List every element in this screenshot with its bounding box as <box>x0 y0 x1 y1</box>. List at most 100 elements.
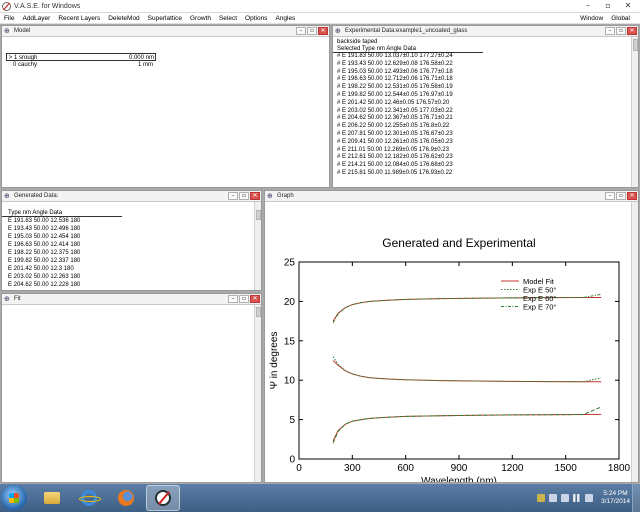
minimize-button[interactable]: – <box>605 192 615 200</box>
graph-window-titlebar[interactable]: ⊕ Graph – ▫ ✕ <box>265 191 638 202</box>
scrollbar-thumb[interactable] <box>633 39 638 51</box>
taskbar-ie[interactable] <box>72 485 106 511</box>
menu-file[interactable]: File <box>0 15 18 22</box>
exp-window-title: Experimental Data:example1_uncoated_glas… <box>345 28 468 34</box>
minimize-button[interactable]: – <box>296 27 306 35</box>
fit-window-title: Fit <box>14 296 21 302</box>
exp-data-row[interactable]: # E 198.22 50.00 12.531±0.05 176.58±0.19 <box>333 84 638 92</box>
exp-data-row[interactable]: # E 195.03 50.00 12.493±0.06 176.77±0.18 <box>333 69 638 77</box>
menu-addlayer[interactable]: AddLayer <box>18 15 54 22</box>
exp-data-row[interactable]: # E 196.63 50.00 12.712±0.06 176.71±0.18 <box>333 76 638 84</box>
exp-window-titlebar[interactable]: ⊕ Experimental Data:example1_uncoated_gl… <box>333 26 638 37</box>
flag-icon[interactable] <box>537 494 546 502</box>
y-axis-label: Ψ in degrees <box>269 332 280 390</box>
minimize-button[interactable]: – <box>578 1 598 12</box>
exp-data-row[interactable]: # E 212.61 50.00 12.182±0.05 176.62±0.23 <box>333 154 638 162</box>
close-button[interactable]: ✕ <box>250 192 260 200</box>
gen-data-row[interactable]: E 204.62 50.00 12.228 180 <box>2 281 261 289</box>
minimize-button[interactable]: – <box>228 192 238 200</box>
exp-data-row[interactable]: # E 201.42 50.00 12.46±0.05 176.57±0.20 <box>333 100 638 108</box>
exp-data-row[interactable]: # E 214.21 50.00 12.084±0.05 176.68±0.23 <box>333 162 638 170</box>
taskbar-vase[interactable] <box>146 485 180 511</box>
close-button[interactable]: ✕ <box>250 295 260 303</box>
menu-options[interactable]: Options <box>241 15 271 22</box>
exp-data-row[interactable]: # E 206.22 50.00 12.255±0.05 176.8±0.22 <box>333 123 638 131</box>
exp-data-row[interactable]: # E 211.01 50.00 12.269±0.05 176.9±0.23 <box>333 147 638 155</box>
network-icon[interactable] <box>573 494 582 502</box>
graph-area: Generated and Experimental 0 300 600 900 1200… <box>265 202 631 482</box>
close-button[interactable]: ✕ <box>627 192 637 200</box>
menu-growth[interactable]: Growth <box>186 15 215 22</box>
menu-window[interactable]: Window <box>576 15 607 22</box>
gen-window-titlebar[interactable]: ⊕ Generated Data: – ▫ ✕ <box>2 191 261 202</box>
exp-data-row[interactable]: # E 204.62 50.00 12.367±0.05 176.71±0.21 <box>333 115 638 123</box>
exp-data-row[interactable]: # E 193.43 50.00 12.629±0.08 176.58±0.22 <box>333 61 638 69</box>
minimize-button[interactable]: – <box>228 295 238 303</box>
graph-scrollbar[interactable] <box>631 202 638 482</box>
selected-marker <box>6 61 13 69</box>
exp-subtitle: backside taped <box>337 39 378 45</box>
app-titlebar: V.A.S.E. for Windows – ▫ ✕ <box>0 0 640 13</box>
exp-data-row[interactable]: # E 203.02 50.00 12.341±0.05 177.03±0.22 <box>333 108 638 116</box>
gen-scrollbar[interactable] <box>254 202 261 290</box>
taskbar-firefox[interactable] <box>109 485 143 511</box>
series-line-exp-e-50- <box>332 356 602 383</box>
fit-scrollbar[interactable] <box>254 305 261 482</box>
volume-icon[interactable] <box>585 494 594 502</box>
maximize-button[interactable]: ▫ <box>616 27 626 35</box>
scrollbar-thumb[interactable] <box>256 307 261 317</box>
model-layer-row[interactable]: 0 cauchy 1 mm <box>6 61 156 69</box>
menu-deletemod[interactable]: DeleteMod <box>104 15 143 22</box>
window-icon: ⊕ <box>267 191 273 200</box>
menu-recent-layers[interactable]: Recent Layers <box>54 15 104 22</box>
psi-chart[interactable]: Generated and Experimental 0 300 600 900 1200… <box>265 202 633 483</box>
fit-window-titlebar[interactable]: ⊕ Fit – ▫ ✕ <box>2 294 261 305</box>
gen-data-row[interactable]: E 199.82 50.00 12.337 180 <box>2 257 261 265</box>
show-desktop-button[interactable] <box>632 484 640 512</box>
close-button[interactable]: ✕ <box>318 27 328 35</box>
minimize-button[interactable]: – <box>605 27 615 35</box>
menu-global[interactable]: Global <box>607 15 634 22</box>
graph-window-title: Graph <box>277 193 294 199</box>
maximize-button[interactable]: ▫ <box>239 192 249 200</box>
model-layer-row[interactable]: > 1 srough 0.000 nm <box>6 53 156 61</box>
scrollbar-thumb[interactable] <box>256 210 261 220</box>
clock[interactable]: 5:24 PM 3/17/2014 <box>601 490 630 506</box>
menu-angles[interactable]: Angles <box>271 15 299 22</box>
series-line-exp-e-60- <box>332 406 602 444</box>
firefox-icon <box>118 490 134 506</box>
maximize-button[interactable]: ▫ <box>598 1 618 12</box>
maximize-button[interactable]: ▫ <box>307 27 317 35</box>
exp-data-row[interactable]: # E 191.83 50.00 13.037±0.10 177.27±0.24 <box>333 53 638 61</box>
layer-value: 1 mm <box>138 62 153 68</box>
legend-entry: Exp E 70° <box>523 303 556 312</box>
graph-window: ⊕ Graph – ▫ ✕ Generated and Experimental… <box>264 190 639 483</box>
gen-data-row[interactable]: E 201.42 50.00 12.3 180 <box>2 265 261 273</box>
exp-scrollbar[interactable] <box>631 37 638 187</box>
close-button[interactable]: ✕ <box>627 27 637 35</box>
exp-data-row[interactable]: # E 209.41 50.00 12.261±0.05 176.05±0.23 <box>333 139 638 147</box>
exp-data-row[interactable]: # E 199.82 50.00 12.544±0.05 176.97±0.19 <box>333 92 638 100</box>
tray-app-icon[interactable] <box>549 494 558 502</box>
y-tick-label: 0 <box>289 455 295 466</box>
maximize-button[interactable]: ▫ <box>239 295 249 303</box>
gen-data-row[interactable]: E 196.63 50.00 12.414 180 <box>2 241 261 249</box>
close-button[interactable]: ✕ <box>618 1 638 12</box>
maximize-button[interactable]: ▫ <box>616 192 626 200</box>
gen-data-row[interactable]: E 191.83 50.00 12.536 180 <box>2 217 261 225</box>
model-window: ⊕ Model – ▫ ✕ > 1 srough 0.000 nm 0 cauc… <box>1 25 330 188</box>
exp-data-row[interactable]: # E 207.81 50.00 12.301±0.05 176.67±0.23 <box>333 131 638 139</box>
x-tick-label: 1500 <box>555 463 578 474</box>
gen-data-row[interactable]: E 198.22 50.00 12.375 180 <box>2 249 261 257</box>
gen-data-row[interactable]: E 195.03 50.00 12.454 180 <box>2 233 261 241</box>
model-window-titlebar[interactable]: ⊕ Model – ▫ ✕ <box>2 26 329 37</box>
exp-data-row[interactable]: # E 215.81 50.00 11.989±0.05 176.93±0.22 <box>333 170 638 178</box>
menu-select[interactable]: Select <box>215 15 241 22</box>
tray-app-icon[interactable] <box>561 494 570 502</box>
menu-superlattice[interactable]: Superlattice <box>144 15 186 22</box>
taskbar-explorer[interactable] <box>35 485 69 511</box>
start-button[interactable] <box>1 485 27 511</box>
menu-right-group: Window Global <box>576 13 634 24</box>
gen-data-row[interactable]: E 203.02 50.00 12.263 180 <box>2 273 261 281</box>
gen-data-row[interactable]: E 193.43 50.00 12.496 180 <box>2 225 261 233</box>
